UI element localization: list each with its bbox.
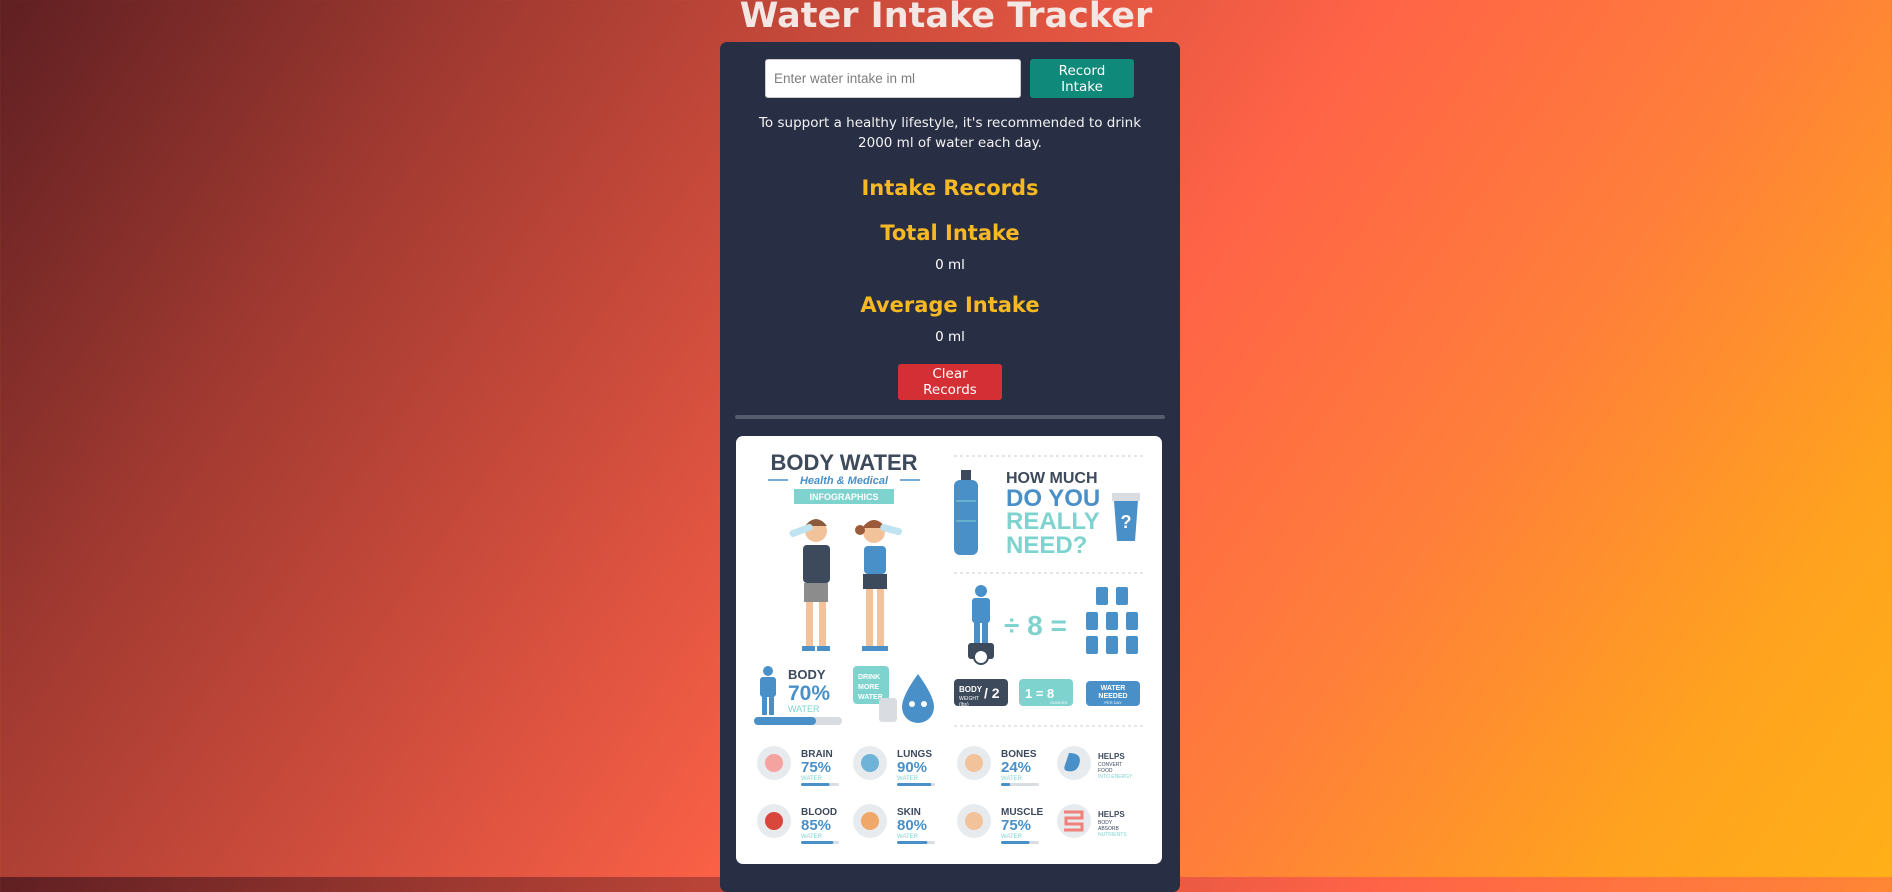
intake-form: Record Intake (765, 59, 1134, 98)
intestine-icon (1057, 804, 1091, 838)
body-water-infographic: BODY WATER Health & Medical INFOGRAPHICS (736, 436, 1162, 864)
bones-water-label: WATER (1001, 776, 1023, 782)
glass-equation-small: OUNCES (1050, 700, 1067, 705)
body-label: BODY (788, 667, 826, 682)
infographic-badge-text: INFOGRAPHICS (809, 492, 878, 502)
infographic-title: BODY WATER (770, 450, 917, 475)
bottle-icon (954, 470, 978, 555)
blood-water-label: WATER (801, 834, 823, 840)
skin-water-label: WATER (897, 834, 919, 840)
question-line4: NEED? (1006, 532, 1087, 559)
helps2-line1: HELPS (1098, 810, 1125, 819)
skin-percent: 80% (897, 817, 927, 834)
skin-icon-shape (861, 812, 879, 830)
blood-icon-shape (765, 812, 783, 830)
water-needed-line2: NEEDED (1098, 693, 1127, 700)
svg-text:?: ? (1121, 512, 1132, 532)
question-glass-icon: ? (1112, 493, 1140, 541)
woman-drinking-illustration (855, 520, 902, 651)
water-intake-input[interactable] (765, 59, 1021, 98)
lungs-water-label: WATER (897, 776, 919, 782)
body-water-label: WATER (788, 704, 820, 714)
drink-more-line2: MORE (858, 684, 879, 691)
recommendation-text: To support a healthy lifestyle, it's rec… (758, 115, 1142, 151)
helps1-line4: INTO ENERGY (1098, 774, 1133, 780)
water-needed-small: PER DAY (1104, 700, 1122, 705)
body-percent: 70% (788, 682, 830, 705)
lungs-icon-shape (861, 754, 879, 772)
body-figure-icon (760, 666, 776, 715)
page-title: Water Intake Tracker (739, 0, 1153, 36)
drink-more-line1: DRINK (858, 674, 880, 681)
glass-equation: 1 = 8 (1025, 686, 1054, 701)
bones-level-fill (1001, 783, 1011, 786)
brain-level-fill (801, 783, 830, 786)
glass-icon (879, 698, 897, 722)
total-intake-heading: Total Intake (880, 221, 1020, 245)
blood-level-fill (801, 841, 834, 844)
drink-more-line3: WATER (858, 694, 883, 701)
tracker-card: Record Intake To support a healthy lifes… (720, 42, 1180, 892)
bones-percent: 24% (1001, 759, 1031, 776)
half-label: / 2 (984, 685, 1000, 701)
blood-percent: 85% (801, 817, 831, 834)
average-intake-value: 0 ml (935, 329, 965, 345)
record-intake-button[interactable]: Record Intake (1030, 59, 1134, 98)
bones-icon-shape (965, 754, 983, 772)
brain-water-label: WATER (801, 776, 823, 782)
body-level-fill (754, 717, 816, 725)
lungs-percent: 90% (897, 759, 927, 776)
lungs-level-fill (897, 783, 932, 786)
helps2-line4: NUTRIENTS (1098, 832, 1127, 838)
skin-level-fill (897, 841, 928, 844)
helps1-line1: HELPS (1098, 752, 1125, 761)
brain-icon-shape (765, 754, 783, 772)
muscle-percent: 75% (1001, 817, 1031, 834)
organ-stats: BRAIN75%WATERLUNGS90%WATERBONES24%WATERB… (757, 746, 1044, 844)
average-intake-heading: Average Intake (860, 293, 1040, 317)
clear-records-button[interactable]: Clear Records (898, 364, 1002, 400)
body-weight-label: BODY (959, 685, 983, 694)
glasses-grid-icon (1086, 587, 1138, 654)
intake-records-heading: Intake Records (861, 176, 1039, 200)
muscle-icon-shape (965, 812, 983, 830)
water-drop-mascot-icon (902, 674, 934, 723)
brain-percent: 75% (801, 759, 831, 776)
water-needed-line1: WATER (1101, 685, 1126, 692)
section-divider (735, 415, 1165, 419)
man-drinking-illustration (789, 519, 830, 651)
scale-figure-icon (968, 585, 994, 665)
divide-by-eight: ÷ 8 = (1004, 610, 1067, 641)
question-line3: REALLY (1006, 508, 1100, 535)
total-intake-value: 0 ml (935, 257, 965, 273)
infographic-subtitle: Health & Medical (800, 475, 889, 487)
muscle-level-fill (1001, 841, 1030, 844)
body-weight-unit: (lbs) (959, 702, 969, 708)
muscle-water-label: WATER (1001, 834, 1023, 840)
